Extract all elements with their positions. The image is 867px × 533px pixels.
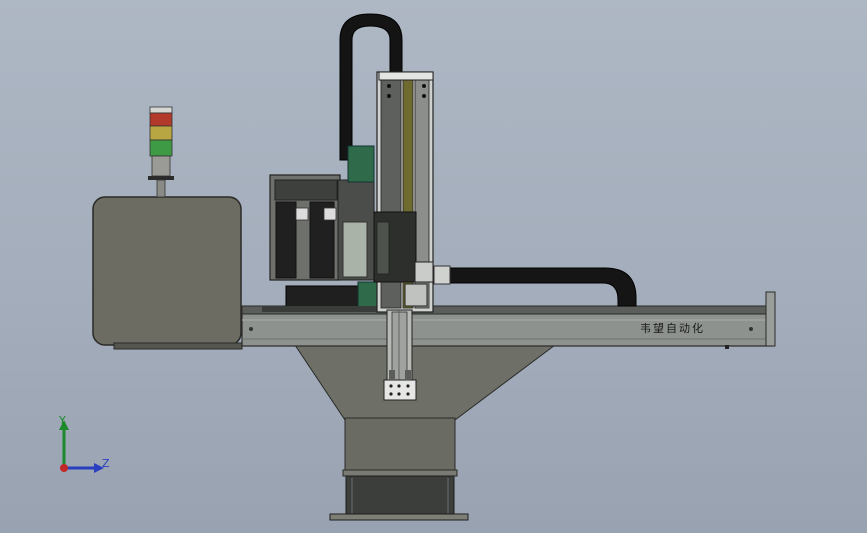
- motor-housing-green: [347, 145, 375, 183]
- pedestal-column: [344, 417, 456, 474]
- robot-gantry-model: [92, 13, 776, 521]
- x-axis-dot: [60, 464, 68, 472]
- control-cabinet: [92, 196, 242, 346]
- base-plate: [329, 513, 469, 521]
- horizontal-cable-chain: [435, 267, 637, 307]
- signal-tower: [148, 106, 174, 198]
- y-axis-label: Y: [59, 414, 66, 427]
- servo-motor: [285, 281, 391, 311]
- z-axis-label: Z: [102, 457, 110, 470]
- brand-label: 韦望自动化: [640, 322, 705, 335]
- pedestal-base: [345, 475, 455, 517]
- pedestal-collar: [342, 469, 458, 477]
- cad-viewport[interactable]: 韦望自动化 Y Z: [0, 0, 867, 533]
- z-axis-motor-assembly: [269, 174, 375, 281]
- vertical-axis-column: [373, 71, 434, 313]
- pedestal-hopper: [294, 344, 557, 421]
- beam-end-plate: [765, 291, 776, 347]
